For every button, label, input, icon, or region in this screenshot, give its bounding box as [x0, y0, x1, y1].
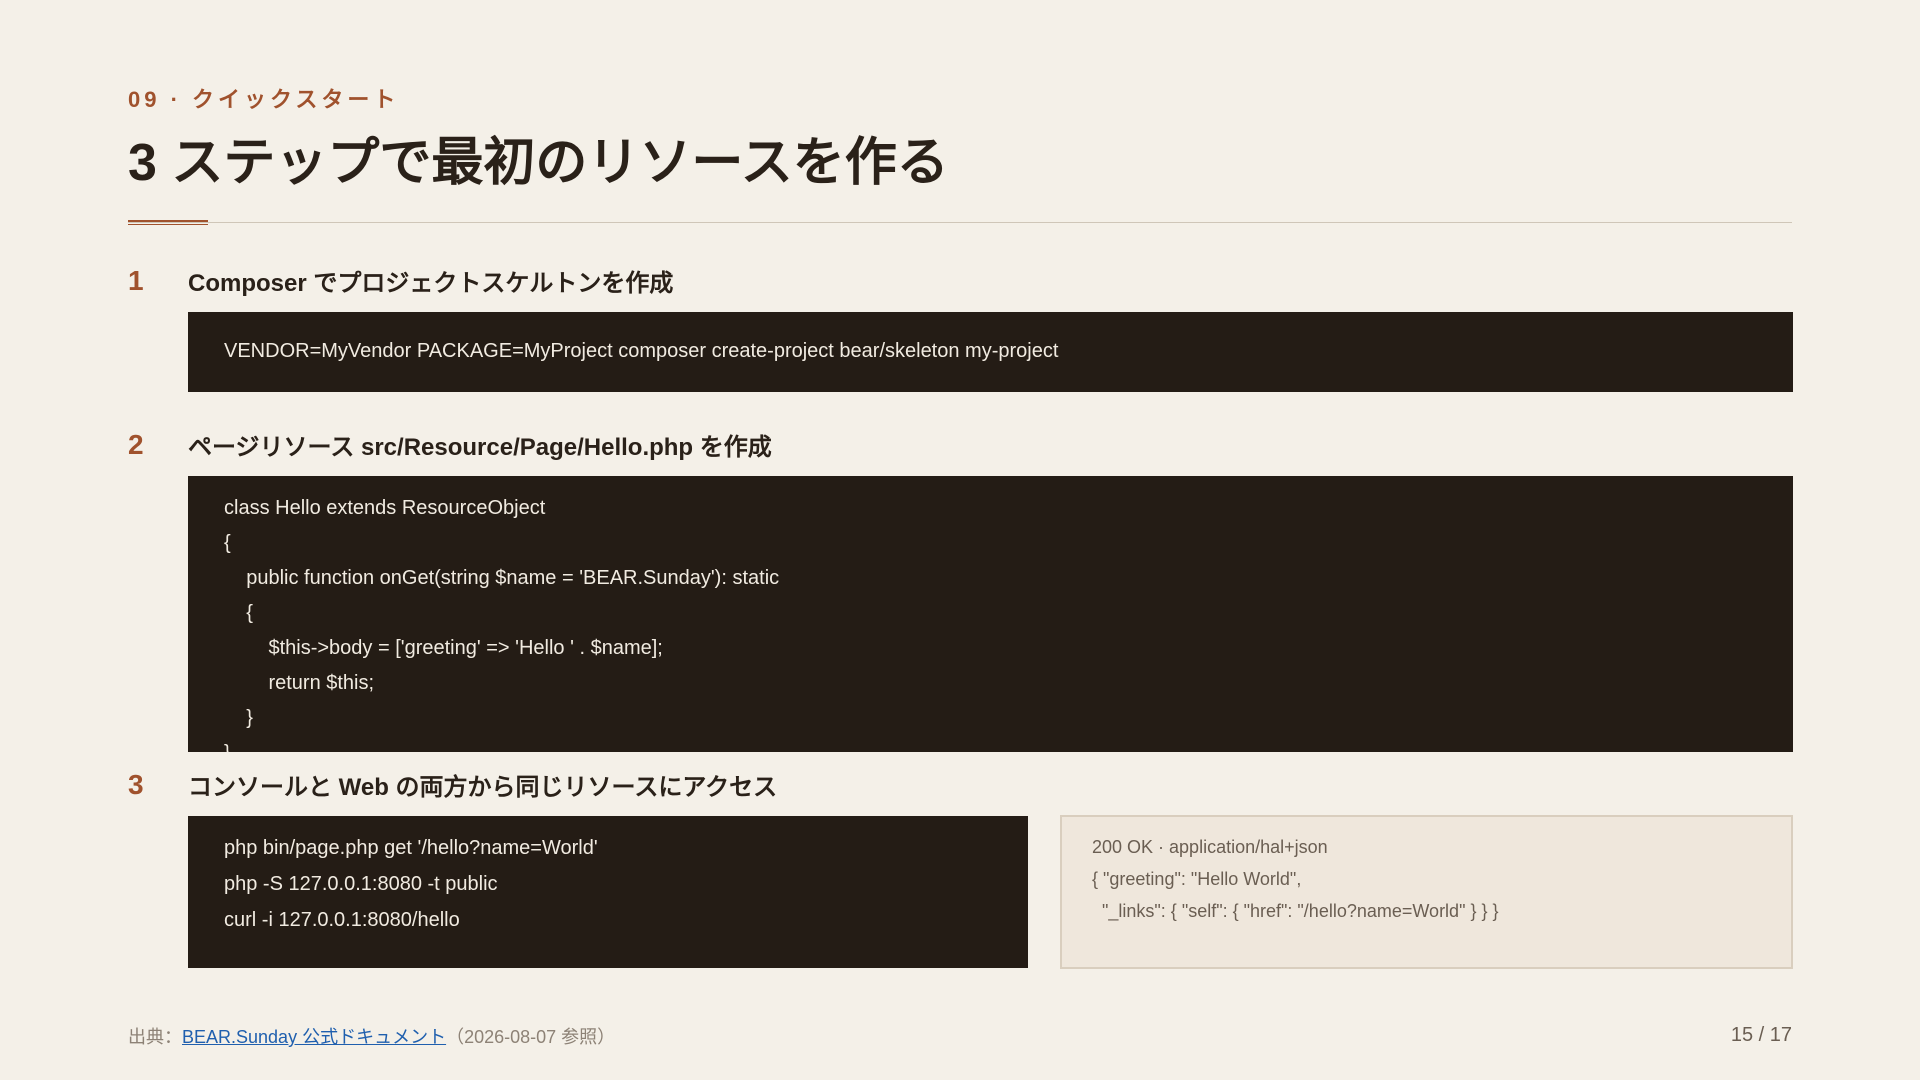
- step-3-title: コンソールと Web の両方から同じリソースにアクセス: [188, 774, 778, 801]
- title-divider: [128, 222, 1792, 223]
- step-1-code-block: VENDOR=MyVendor PACKAGE=MyProject compos…: [188, 312, 1793, 392]
- page-number: 15 / 17: [1730, 1024, 1792, 1046]
- response-line: "_links": { "self": { "href": "/hello?na…: [1092, 901, 1499, 921]
- page-title: 3 ステップで最初のリソースを作る: [128, 134, 949, 192]
- step-1-number: 1: [128, 265, 144, 296]
- step-3-response-panel: 200 OK · application/hal+json { "greetin…: [1060, 815, 1793, 969]
- step-3-number: 3: [128, 769, 144, 800]
- code-line: class Hello extends ResourceObject: [224, 497, 546, 519]
- code-line: php -S 127.0.0.1:8080 -t public: [224, 873, 498, 895]
- code-line: curl -i 127.0.0.1:8080/hello: [224, 909, 460, 931]
- kicker: 09 · クイックスタート: [128, 87, 400, 112]
- step-3-code-block: php bin/page.php get '/hello?name=World'…: [188, 816, 1028, 968]
- source-prefix: 出典：: [128, 1027, 182, 1047]
- code-line: return $this;: [224, 672, 375, 694]
- code-line: php bin/page.php get '/hello?name=World': [224, 837, 598, 859]
- code-line: {: [224, 532, 231, 554]
- title-divider-accent: [128, 220, 208, 222]
- code-line: $this->body = ['greeting' => 'Hello ' . …: [224, 637, 663, 659]
- source-suffix: （2026-08-07 参照）: [446, 1027, 616, 1047]
- step-2-number: 2: [128, 429, 144, 460]
- source-link[interactable]: BEAR.Sunday 公式ドキュメント: [182, 1027, 446, 1047]
- response-line: { "greeting": "Hello World",: [1092, 869, 1302, 889]
- footer-source: 出典：BEAR.Sunday 公式ドキュメント（2026-08-07 参照）: [128, 1023, 615, 1049]
- step-2-title: ページリソース src/Resource/Page/Hello.php を作成: [188, 434, 772, 461]
- code-line: }: [224, 707, 253, 729]
- code-line: }: [224, 736, 1757, 752]
- title-divider-accent-2: [128, 224, 208, 225]
- code-line: public function onGet(string $name = 'BE…: [224, 567, 780, 589]
- step-2-code-block: class Hello extends ResourceObject { pub…: [188, 476, 1793, 752]
- code-line: {: [224, 602, 253, 624]
- step-1-title: Composer でプロジェクトスケルトンを作成: [188, 270, 674, 297]
- code-line: VENDOR=MyVendor PACKAGE=MyProject compos…: [224, 340, 1059, 362]
- response-line: 200 OK · application/hal+json: [1092, 837, 1328, 857]
